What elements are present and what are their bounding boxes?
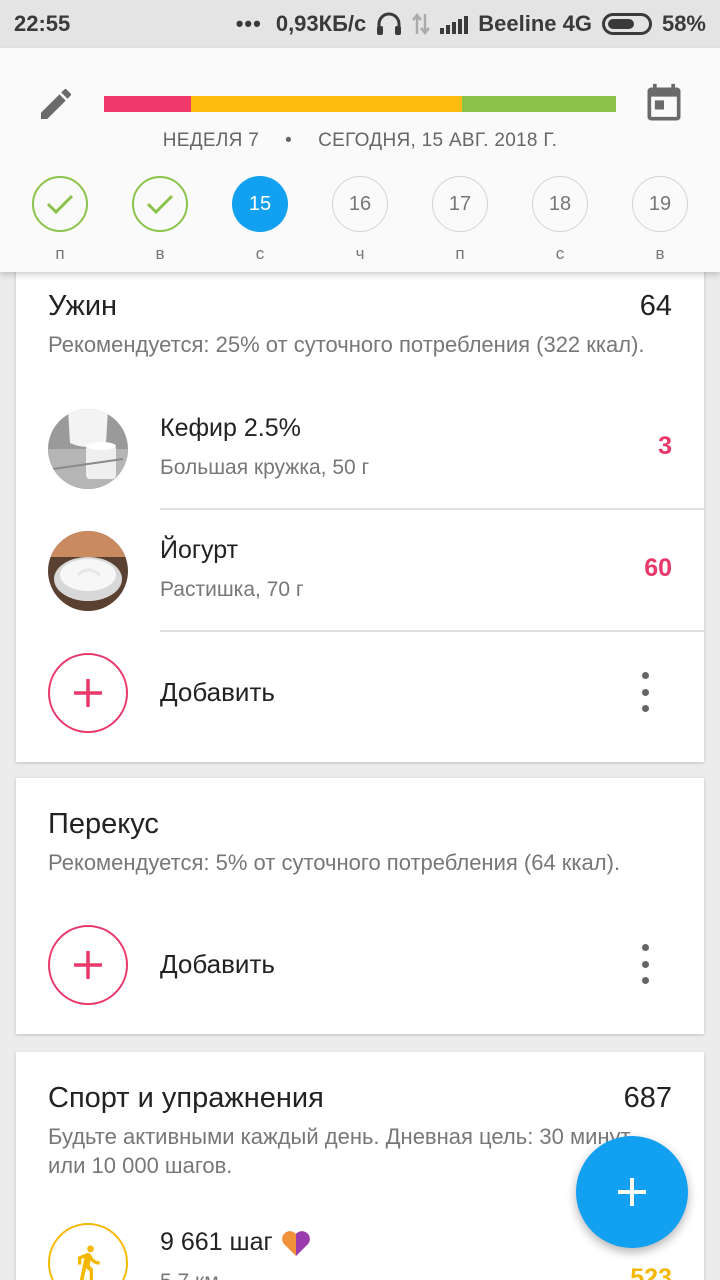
plus-icon <box>74 951 102 979</box>
card-description: Рекомендуется: 25% от суточного потребле… <box>48 332 645 357</box>
meal-card-dinner: Ужин 64 Рекомендуется: 25% от суточного … <box>16 262 704 762</box>
calendar-icon[interactable] <box>642 82 686 126</box>
walk-icon <box>48 1223 128 1280</box>
progress-segment <box>462 96 616 112</box>
meal-card-snack: Перекус Рекомендуется: 5% от суточного п… <box>16 778 704 1034</box>
day-label: в <box>655 244 665 263</box>
separator-dot: • <box>285 130 293 151</box>
battery-icon <box>601 13 652 35</box>
day-item[interactable]: 18 с <box>532 176 588 264</box>
add-label[interactable]: Добавить <box>160 949 275 980</box>
food-row[interactable]: Йогурт Растишка, 70 г 60 <box>16 510 704 632</box>
plus-icon <box>74 679 102 707</box>
food-name: Йогурт <box>160 536 239 564</box>
food-row[interactable]: Кефир 2.5% Большая кружка, 50 г 3 <box>16 388 704 510</box>
status-bar: 22:55 ••• 0,93КБ/с Beeline 4G 58% <box>0 0 720 48</box>
add-fab-button[interactable] <box>576 1136 688 1248</box>
day-label: ч <box>355 244 365 263</box>
food-portion: Растишка, 70 г <box>160 578 304 601</box>
add-food-row-snack[interactable]: Добавить <box>16 904 704 1026</box>
progress-segment <box>104 96 192 112</box>
day-label: с <box>255 244 265 263</box>
card-description: Рекомендуется: 5% от суточного потреблен… <box>48 850 621 875</box>
day-item[interactable]: п <box>32 176 88 264</box>
week-days: п в 15 с 16 ч 17 п 18 с 19 в <box>0 176 720 266</box>
check-icon <box>146 194 174 215</box>
day-label: с <box>555 244 565 263</box>
data-arrows-icon <box>412 12 431 36</box>
status-time: 22:55 <box>14 11 71 36</box>
food-portion: Большая кружка, 50 г <box>160 456 370 479</box>
progress-segment <box>191 96 463 112</box>
day-check-circle[interactable] <box>132 176 188 232</box>
steps-distance: 5,7 км <box>160 1270 219 1280</box>
steps-text: 9 661 шаг <box>160 1228 273 1256</box>
add-food-button[interactable] <box>48 925 128 1005</box>
daily-progress-bar <box>104 96 616 112</box>
date-label[interactable]: СЕГОДНЯ, 15 АВГ. 2018 Г. <box>318 130 557 151</box>
day-label: п <box>455 244 465 263</box>
day-number-circle[interactable]: 19 <box>632 176 688 232</box>
day-item[interactable]: 15 с <box>232 176 288 264</box>
day-item[interactable]: 19 в <box>632 176 688 264</box>
card-title: Спорт и упражнения <box>48 1082 324 1114</box>
food-image-kefir <box>48 409 128 489</box>
plus-icon <box>618 1178 646 1206</box>
pencil-icon[interactable] <box>36 84 76 124</box>
week-label: НЕДЕЛЯ 7 <box>162 130 260 151</box>
add-label[interactable]: Добавить <box>160 677 275 708</box>
diary-header: НЕДЕЛЯ 7 • СЕГОДНЯ, 15 АВГ. 2018 Г. п в 15 с 1… <box>0 48 720 272</box>
card-total: 687 <box>623 1082 672 1114</box>
heart-icon <box>281 1230 310 1256</box>
card-title: Ужин <box>48 290 118 322</box>
day-check-circle[interactable] <box>32 176 88 232</box>
card-total: 64 <box>639 290 672 322</box>
day-item[interactable]: 16 ч <box>332 176 388 264</box>
food-name: Кефир 2.5% <box>160 414 301 442</box>
day-item[interactable]: в <box>132 176 188 264</box>
day-number-circle[interactable]: 18 <box>532 176 588 232</box>
day-number-circle[interactable]: 16 <box>332 176 388 232</box>
day-label: п <box>55 244 65 263</box>
signal-icon <box>440 14 469 34</box>
day-number-circle[interactable]: 17 <box>432 176 488 232</box>
more-vert-icon[interactable] <box>638 944 652 984</box>
status-carrier: Beeline 4G <box>478 11 592 36</box>
status-battery: 58% <box>661 11 706 36</box>
week-date-line: НЕДЕЛЯ 7 • СЕГОДНЯ, 15 АВГ. 2018 Г. <box>0 130 720 152</box>
add-food-button[interactable] <box>48 653 128 733</box>
notification-dots-icon: ••• <box>235 11 262 36</box>
food-calories: 3 <box>658 432 672 460</box>
steps-calories: 523 <box>630 1264 672 1280</box>
food-calories: 60 <box>644 554 672 582</box>
status-speed: 0,93КБ/с <box>275 11 367 36</box>
day-number-circle[interactable]: 15 <box>232 176 288 232</box>
day-item[interactable]: 17 п <box>432 176 488 264</box>
headphones-icon <box>377 12 402 35</box>
more-vert-icon[interactable] <box>638 672 652 712</box>
food-image-yogurt <box>48 531 128 611</box>
steps-count: 9 661 шаг <box>160 1228 311 1257</box>
add-food-row-dinner[interactable]: Добавить <box>16 632 704 754</box>
check-icon <box>46 194 74 215</box>
card-description: Будьте активными каждый день. Дневная це… <box>48 1124 631 1178</box>
card-title: Перекус <box>48 808 159 840</box>
day-label: в <box>155 244 165 263</box>
